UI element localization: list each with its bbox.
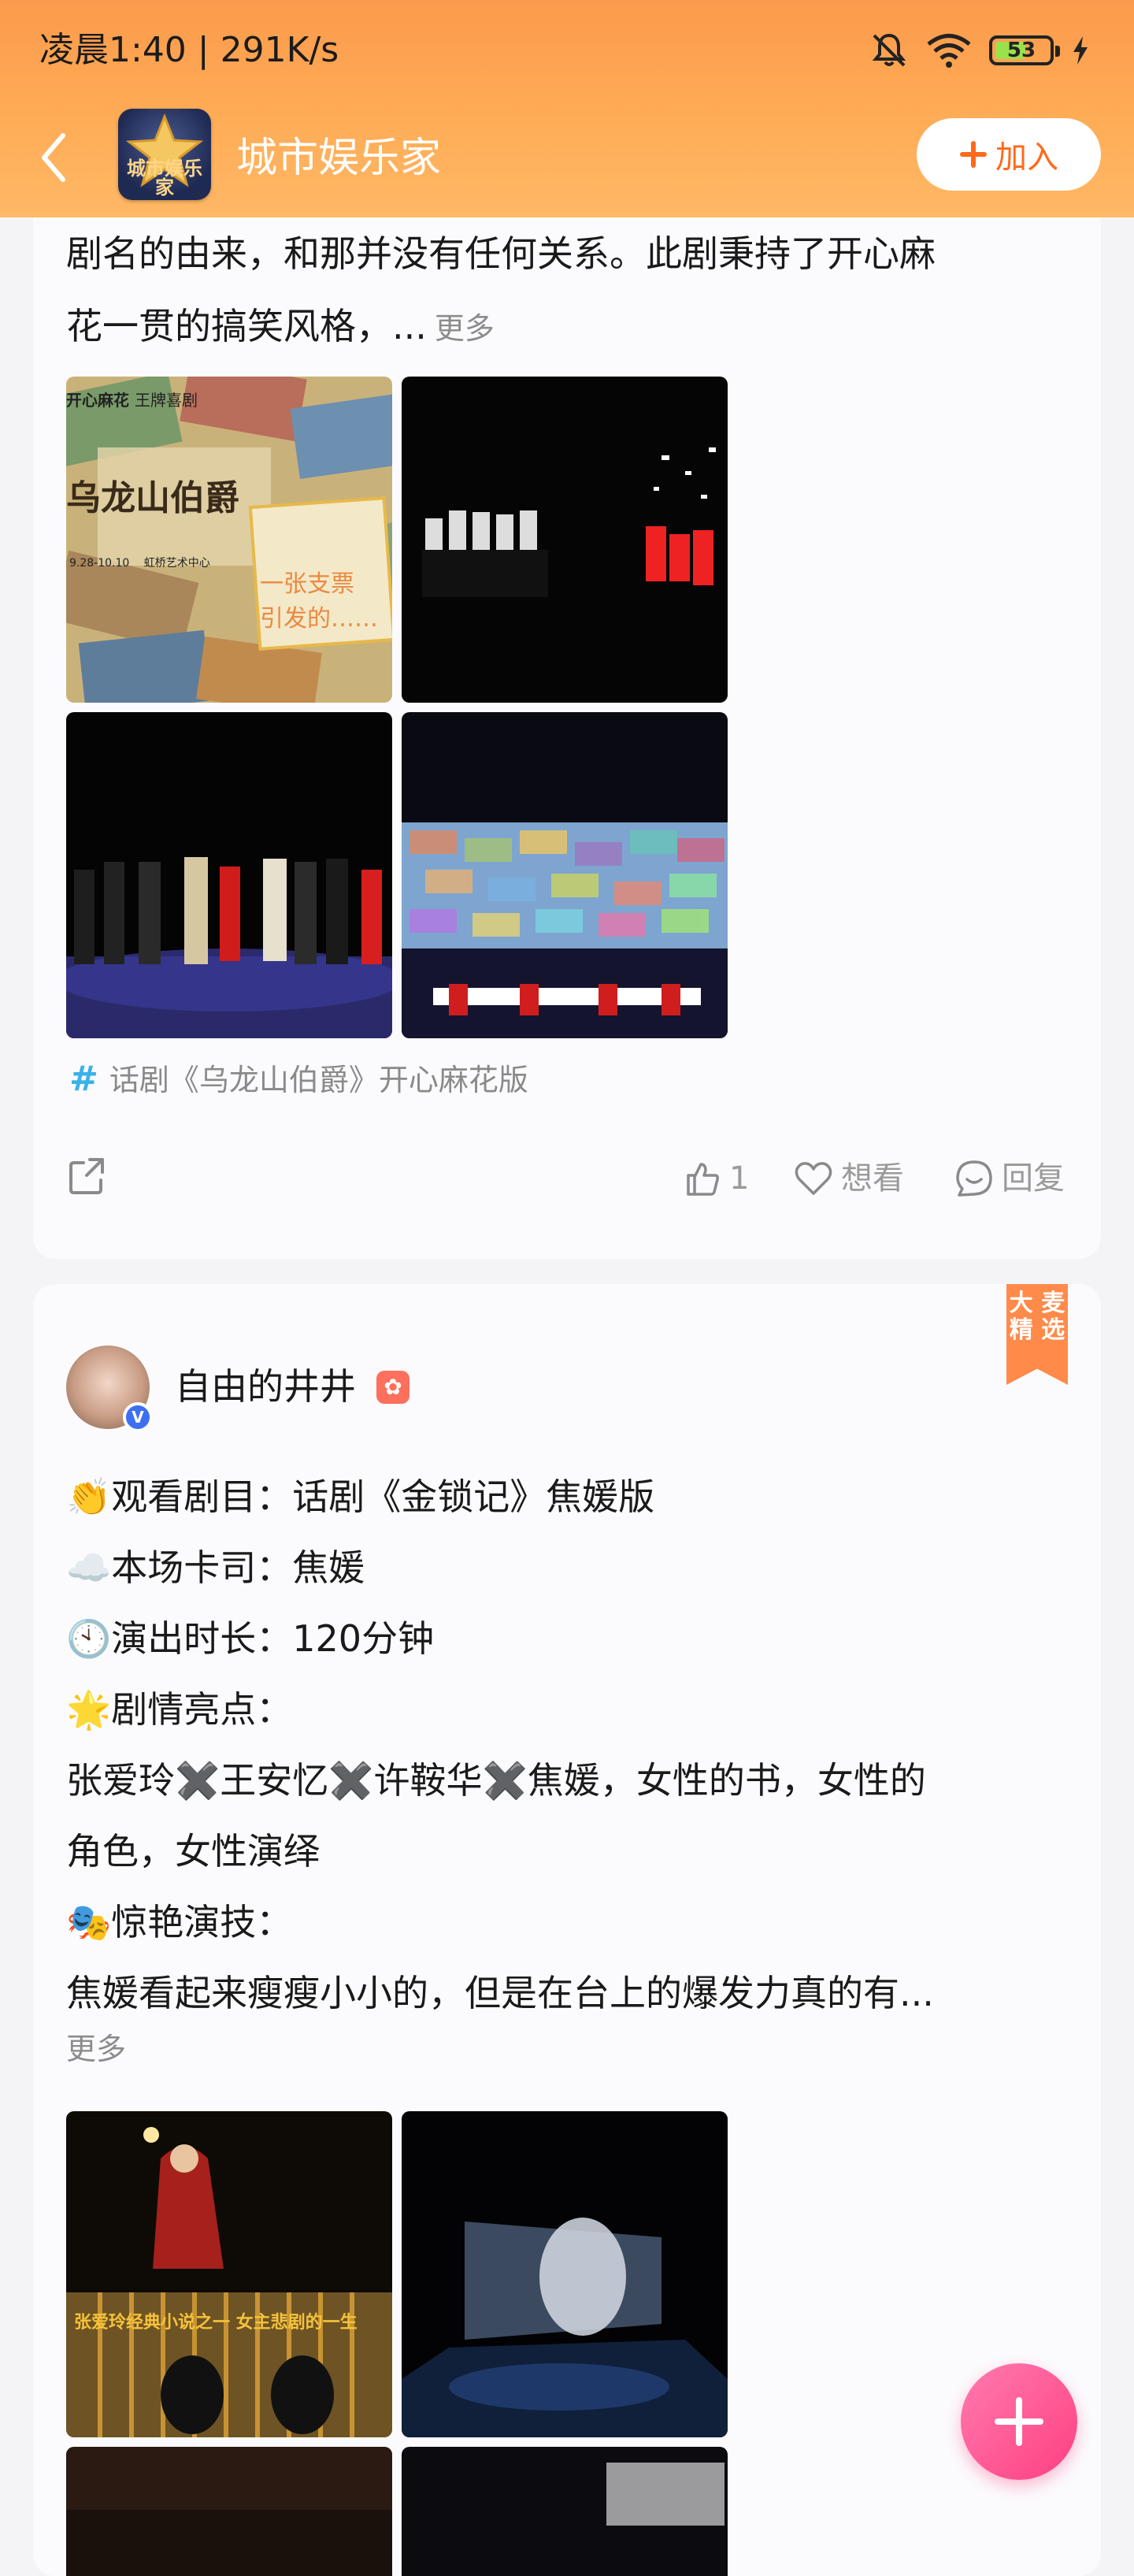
stage-photo-dim (66, 2447, 392, 2576)
reply-label: 回复 (1002, 1160, 1065, 1197)
heart-icon (795, 1162, 832, 1195)
join-button[interactable]: 加入 (917, 118, 1101, 191)
post-text-span: 花一贯的搞笑风格，... (66, 305, 427, 347)
poster-venue: 虹桥艺术中心 (143, 557, 210, 570)
join-label: 加入 (995, 139, 1058, 176)
avatar[interactable]: V (66, 1346, 153, 1432)
post-text-line: 焦媛看起来瘦瘦小小的，但是在台上的爆发力真的有... (66, 1972, 934, 2014)
mute-bell-icon (872, 33, 906, 67)
poster-dates: 9.28-10.10 (69, 557, 130, 570)
plus-icon (960, 141, 987, 168)
post-photo[interactable] (402, 2111, 728, 2437)
post-text-line: 张爱玲✖️王安忆✖️许鞍华✖️焦媛，女性的书，女性的 (66, 1759, 926, 1802)
post-photo[interactable] (66, 2447, 392, 2576)
group-logo-text: 城市娱乐家 (127, 158, 202, 199)
charging-icon (1073, 36, 1088, 65)
more-link[interactable]: 更多 (66, 2021, 1082, 2077)
reply-icon (956, 1160, 992, 1197)
damai-featured-badge: 大 麦 精 选 (1006, 1284, 1068, 1385)
thumb-up-icon (687, 1163, 719, 1196)
poster-slogan: 一张支票 (260, 570, 354, 598)
post-card-2[interactable]: 大 麦 精 选 V 自由的井井 ✿ 👏观看剧目：话剧《金锁记》焦媛版 ☁️本场卡… (33, 1284, 1101, 2576)
post-photo[interactable]: 开心麻花 王牌喜剧 乌龙山伯爵 9.28-10.10 虹桥艺术中心 一张支票 引… (66, 377, 392, 703)
battery-level: 53 (1006, 39, 1036, 62)
poster-title-art: 乌龙山伯爵 (66, 478, 239, 518)
badge-line: 大 麦 (1009, 1290, 1065, 1317)
money-stage-photo (402, 712, 728, 1038)
post-text-line: 花一贯的搞笑风格，... 更多 (66, 290, 1082, 365)
photo-caption: 张爱玲经典小说之一 女主悲剧的一生 (74, 2313, 358, 2333)
top-bar: 凌晨1:40 | 291K/s 53 城市娱乐家 城市娱乐家 加入 (0, 0, 1134, 217)
verified-icon: V (123, 1402, 153, 1432)
reply-button[interactable]: 回复 (954, 1156, 1065, 1201)
user-level-badge: ✿ (376, 1371, 410, 1404)
post-text-line: 🌟剧情亮点： (66, 1688, 293, 1731)
group-title: 城市娱乐家 (236, 135, 442, 182)
like-count: 1 (729, 1160, 750, 1197)
stage-screen-photo (402, 2111, 728, 2437)
stage-photo-dark (402, 377, 728, 703)
user-name[interactable]: 自由的井井 (175, 1361, 356, 1412)
post-text-line: 剧名的由来，和那并没有任何关系。此剧秉持了开心麻 (66, 232, 936, 275)
battery-icon: 53 (989, 35, 1060, 65)
back-arrow-icon[interactable] (35, 126, 74, 189)
stage-photo-dim (402, 2447, 728, 2576)
post-photo[interactable] (402, 377, 728, 703)
want-to-see-button[interactable]: 想看 (794, 1156, 904, 1201)
curtain-call-photo (66, 712, 392, 1038)
poster-brand: 开心麻花 (66, 391, 129, 410)
want-label: 想看 (841, 1160, 904, 1197)
fab-plus-icon (995, 2397, 1043, 2446)
create-post-fab[interactable] (961, 2363, 1077, 2480)
post-photo[interactable] (402, 2447, 728, 2576)
topic-tag[interactable]: # 话剧《乌龙山伯爵》开心麻花版 (69, 1059, 528, 1101)
post-text-line: 🕙演出时长：120分钟 (66, 1617, 435, 1660)
wifi-icon (927, 34, 971, 68)
post-text-line: 👏观看剧目：话剧《金锁记》焦媛版 (66, 1475, 655, 1518)
group-avatar[interactable]: 城市娱乐家 (118, 109, 211, 200)
post-photo[interactable] (66, 712, 392, 1038)
poster-image (66, 377, 392, 703)
status-icons: 53 (869, 28, 1090, 72)
status-time-speed: 凌晨1:40 | 291K/s (39, 30, 339, 70)
post-card-1[interactable]: 剧名的由来，和那并没有任何关系。此剧秉持了开心麻 花一贯的搞笑风格，... 更多 … (33, 158, 1101, 1259)
post-text-line: 角色，女性演绎 (66, 1830, 320, 1873)
more-link[interactable]: 更多 (435, 311, 495, 346)
topic-tag-label: 话剧《乌龙山伯爵》开心麻花版 (109, 1063, 528, 1097)
post-actions: 1 想看 回复 (33, 1145, 1101, 1208)
hashtag-icon: # (69, 1059, 98, 1099)
like-button[interactable]: 1 (684, 1156, 749, 1201)
post-photo[interactable] (402, 712, 728, 1038)
post-text-line: ☁️本场卡司：焦媛 (66, 1546, 365, 1589)
poster-slogan: 引发的…… (260, 605, 378, 633)
share-icon[interactable] (66, 1155, 109, 1197)
post-photo[interactable]: 张爱玲经典小说之一 女主悲剧的一生 (66, 2111, 392, 2437)
post-text-line: 🎭惊艳演技： (66, 1901, 293, 1943)
opera-poster-photo (66, 2111, 392, 2437)
poster-subtitle: 王牌喜剧 (134, 391, 198, 410)
badge-line: 精 选 (1009, 1316, 1065, 1344)
